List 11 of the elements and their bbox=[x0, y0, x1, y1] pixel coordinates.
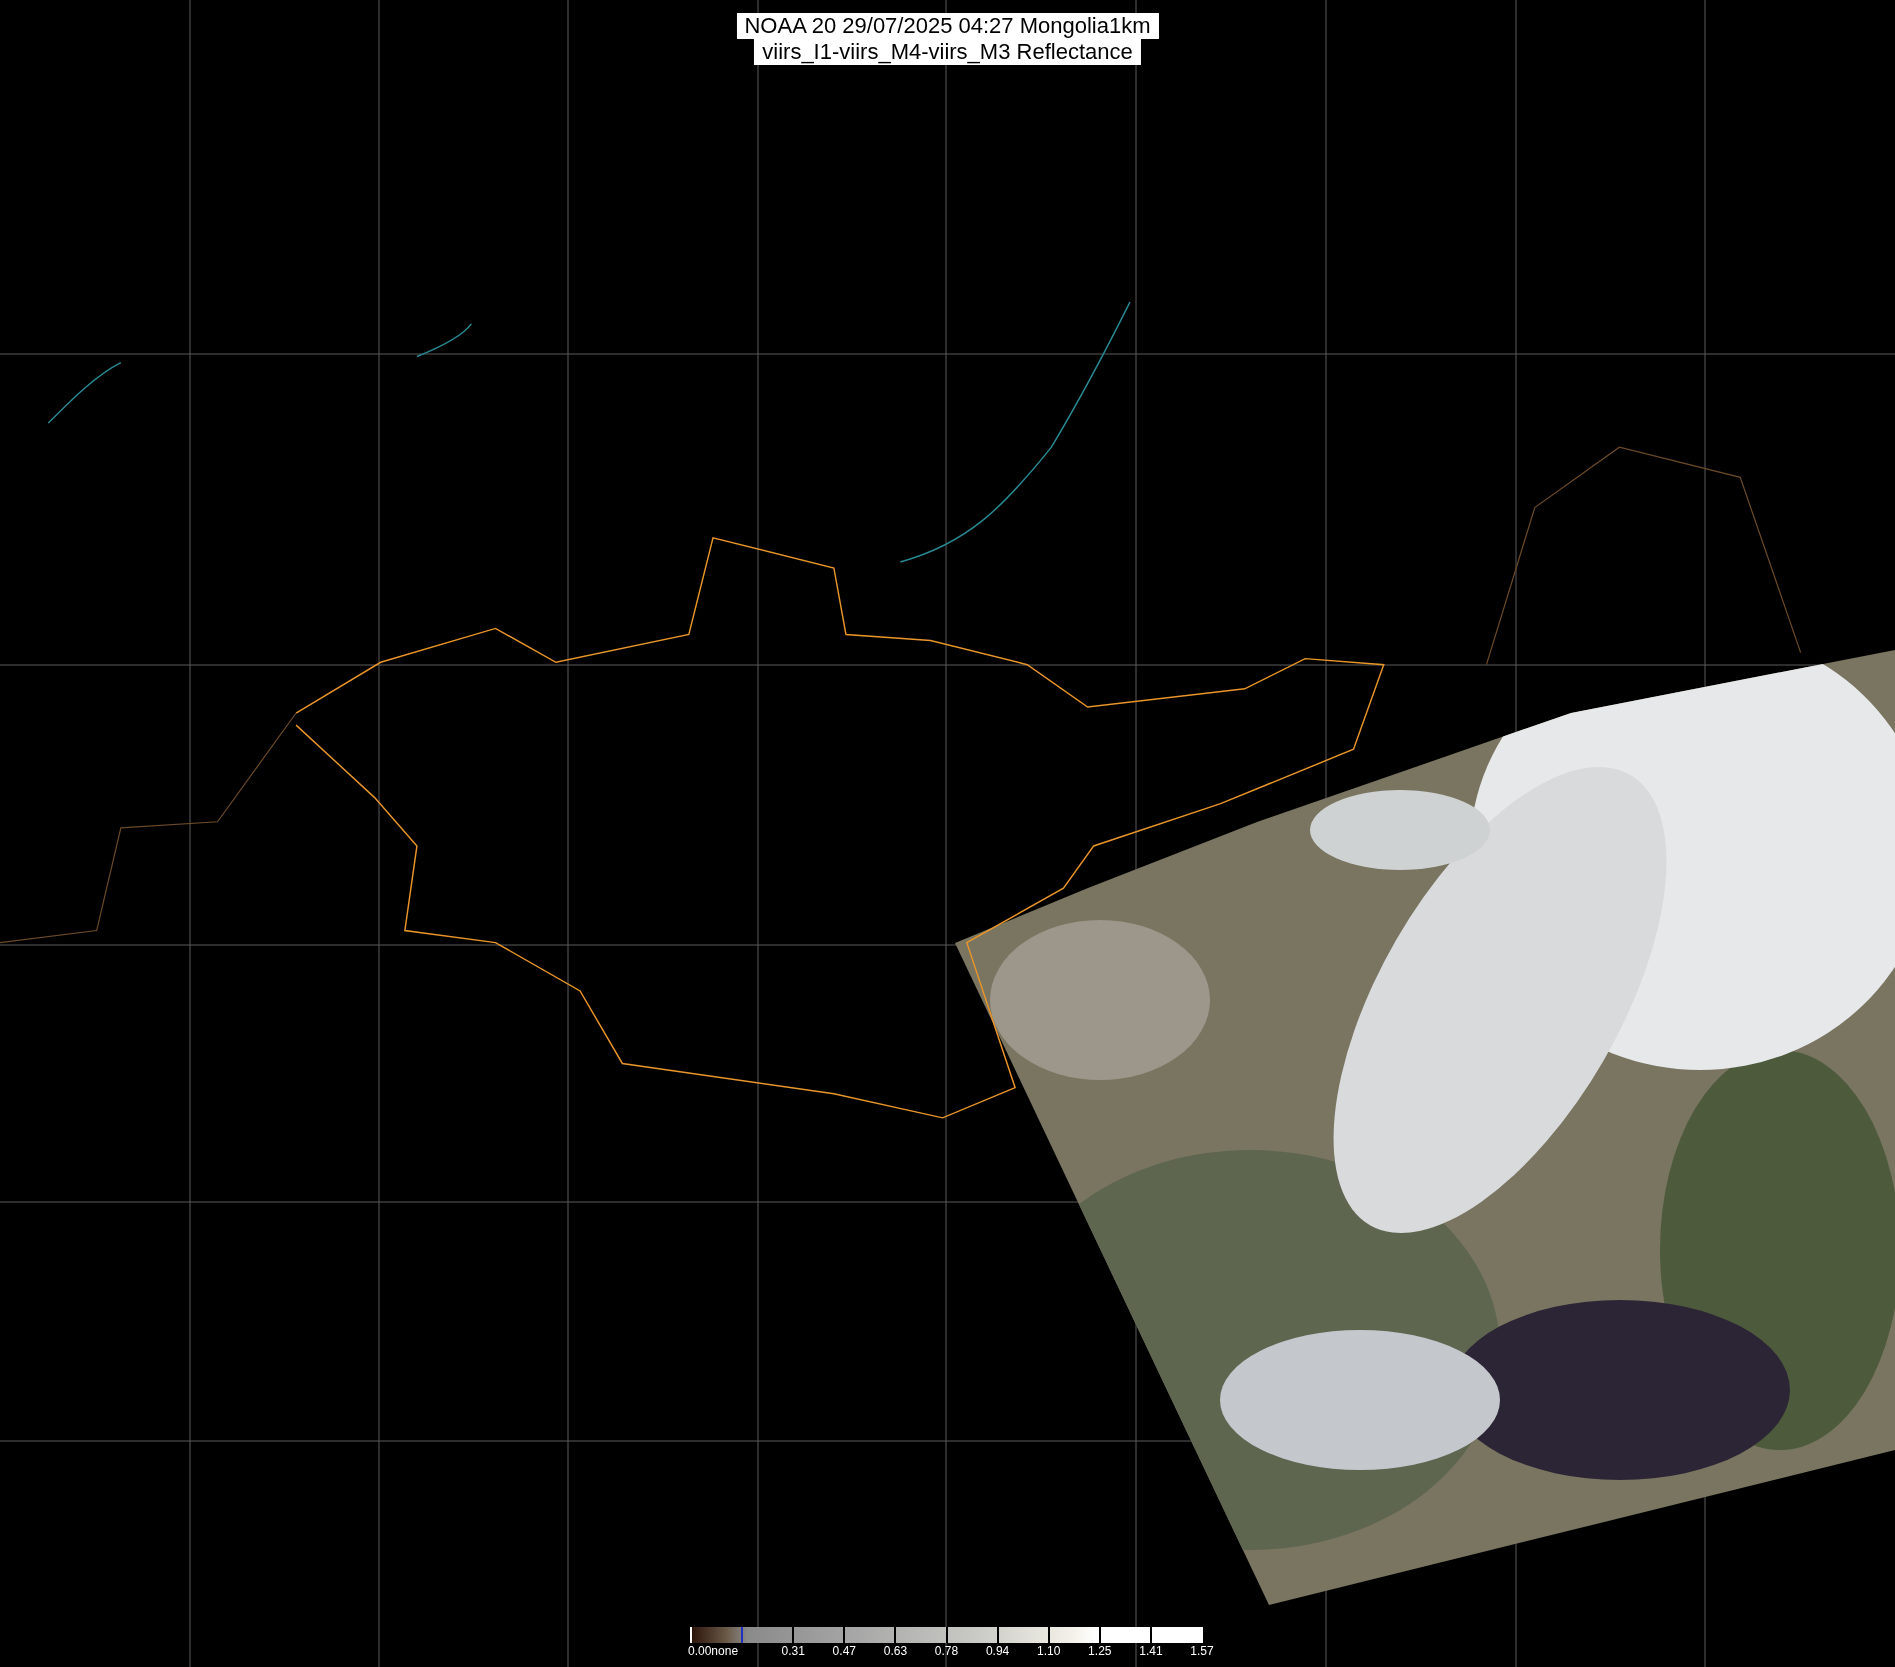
colorbar-label: 1.57 bbox=[1190, 1644, 1214, 1658]
colorbar-label: 0.63 bbox=[883, 1644, 908, 1658]
colorbar-label: 0.94 bbox=[985, 1644, 1010, 1658]
colorbar-label: 1.41 bbox=[1139, 1644, 1163, 1658]
colorbar-label: 0.00none bbox=[688, 1644, 739, 1658]
colorbar-label: 0.31 bbox=[781, 1644, 805, 1658]
colorbar-label: 0.47 bbox=[832, 1644, 856, 1658]
colorbar-label: 1.25 bbox=[1088, 1644, 1112, 1658]
colorbar-label: 0.78 bbox=[934, 1644, 959, 1658]
map-title: NOAA 20 29/07/2025 04:27 Mongolia1km viirs_I1-viirs_M4-viirs_M3 Reflectance bbox=[736, 13, 1159, 65]
colorbar-label: 1.10 bbox=[1037, 1644, 1061, 1658]
